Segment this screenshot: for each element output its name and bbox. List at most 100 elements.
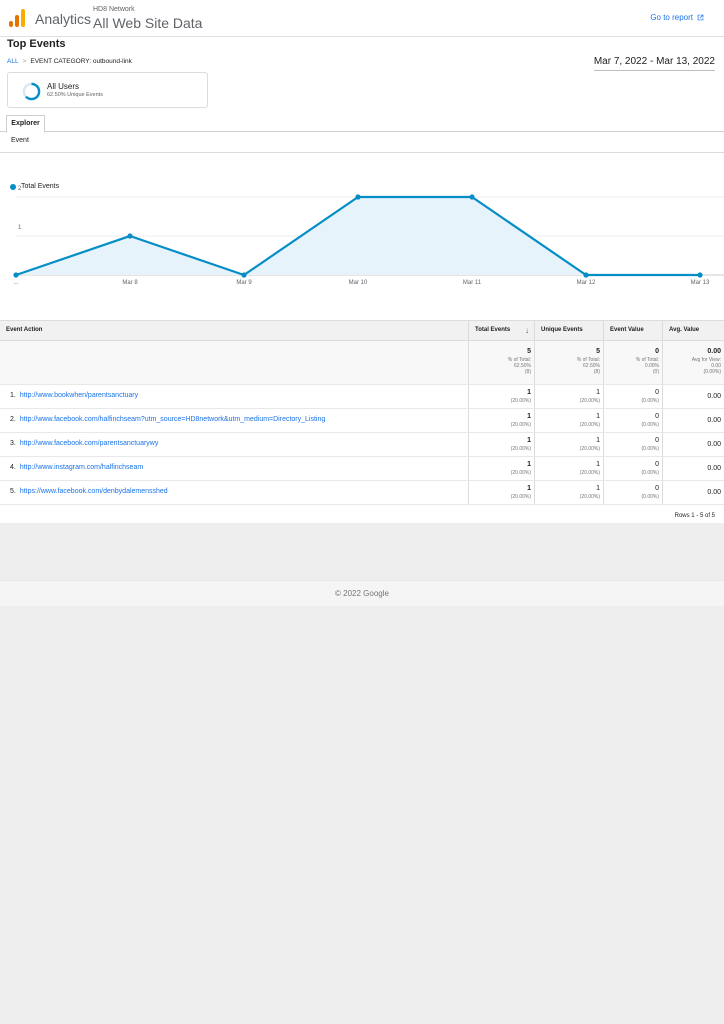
breadcrumb-current: EVENT CATEGORY: outbound-link [30, 58, 132, 65]
property-name[interactable]: All Web Site Data [93, 15, 202, 31]
metric-value: 1 [527, 461, 531, 468]
event-action-link[interactable]: http://www.instagram.com/halfinchseam [20, 464, 143, 471]
metric-cell: 0.00 [662, 481, 724, 504]
metric-value: 0.00 [707, 417, 721, 424]
x-tick-label: Mar 13 [691, 280, 710, 286]
event-action-link[interactable]: http://www.facebook.com/halfinchseam?utm… [20, 416, 325, 423]
table-header: Event Action Total Events ↓ Unique Events Ev… [0, 320, 724, 341]
metric-cell: 0 (0.00%) [603, 481, 662, 504]
metric-cell: 0.00 [662, 433, 724, 456]
total-subtext: (8) [524, 369, 531, 375]
event-action: 2. http://www.facebook.com/halfinchseam?u… [10, 416, 325, 423]
tab-explorer[interactable]: Explorer [6, 115, 45, 133]
totals-cell: 0% of Total: 0.00% (0) [603, 341, 662, 384]
metric-cell: 0 (0.00%) [603, 385, 662, 408]
metric-value: 0 [655, 437, 659, 444]
go-to-report-link[interactable]: Go to report [650, 13, 704, 22]
metric-percent: (20.00%) [510, 470, 531, 476]
action-cell: 2. http://www.facebook.com/halfinchseam?u… [0, 409, 468, 432]
event-action: 5. https://www.facebook.com/denbydalemens… [10, 488, 168, 495]
metric-cell: 1 (20.00%) [468, 433, 534, 456]
action-cell: 4. http://www.instagram.com/halfinchseam [0, 457, 468, 480]
data-point [469, 194, 475, 200]
metric-value: 0 [655, 413, 659, 420]
total-subtext: (8) [593, 369, 600, 375]
header-cell[interactable]: Avg. Value [662, 321, 724, 340]
x-tick-label: Mar 12 [577, 280, 596, 286]
segment-card[interactable]: All Users 62.50% Unique Events [7, 72, 208, 108]
metric-value: 0.00 [707, 489, 721, 496]
metric-percent: (20.00%) [579, 446, 600, 452]
header-cell[interactable]: Total Events ↓ [468, 321, 534, 340]
breadcrumb: ALL > EVENT CATEGORY: outbound-link [7, 58, 132, 65]
metric-percent: (0.00%) [641, 446, 659, 452]
metric-value: 1 [596, 485, 600, 492]
data-point [697, 272, 703, 278]
row-index: 1. [10, 392, 16, 399]
go-to-report-label: Go to report [650, 13, 693, 22]
x-tick-label: Mar 11 [463, 280, 482, 286]
totals-cell: 0.00 Avg for View: 0.00 (0.00%) [662, 341, 724, 384]
total-value: 0 [655, 348, 659, 355]
subtab-event[interactable]: Event [11, 137, 29, 144]
y-tick-label: 1 [18, 225, 22, 231]
metric-value: 1 [527, 485, 531, 492]
segment-name: All Users [47, 82, 80, 91]
event-action: 1. http://www.bookwhen/parentsanctuary [10, 392, 138, 399]
event-action-link[interactable]: http://www.bookwhen/parentsanctuary [20, 392, 138, 399]
metric-value: 1 [527, 389, 531, 396]
total-value: 5 [527, 348, 531, 355]
account-name: HD8 Network [93, 6, 135, 13]
tab-bar: Explorer [0, 113, 724, 133]
row-index: 2. [10, 416, 16, 423]
metric-cell: 0 (0.00%) [603, 409, 662, 432]
metric-value: 1 [527, 413, 531, 420]
metric-percent: (20.00%) [579, 494, 600, 500]
metric-cell: 0 (0.00%) [603, 457, 662, 480]
rows-count: Rows 1 - 5 of 5 [674, 513, 715, 519]
metric-cell: 1 (20.00%) [468, 385, 534, 408]
metric-percent: (0.00%) [641, 398, 659, 404]
column-header: Event Action [6, 327, 43, 333]
metric-value: 1 [596, 461, 600, 468]
metric-value: 1 [527, 437, 531, 444]
metric-cell: 1 (20.00%) [534, 409, 603, 432]
date-range-picker[interactable]: Mar 7, 2022 - Mar 13, 2022 [593, 56, 715, 71]
x-tick-label: Mar 8 [122, 280, 138, 286]
event-action: 3. http://www.facebook.com/parentsanctuar… [10, 440, 158, 447]
metric-percent: (20.00%) [510, 494, 531, 500]
metric-percent: (0.00%) [641, 422, 659, 428]
segment-ring-icon [22, 82, 41, 101]
action-cell: 5. https://www.facebook.com/denbydalemens… [0, 481, 468, 504]
event-action-link[interactable]: http://www.facebook.com/parentsanctuaryw… [20, 440, 159, 447]
data-point [13, 272, 19, 278]
action-cell: 3. http://www.facebook.com/parentsanctuar… [0, 433, 468, 456]
event-action-link[interactable]: https://www.facebook.com/denbydalemenssh… [20, 488, 168, 495]
header-cell[interactable]: Unique Events [534, 321, 603, 340]
metric-value: 0.00 [707, 393, 721, 400]
segment-subtitle: 62.50% Unique Events [47, 92, 103, 98]
metric-value: 0 [655, 485, 659, 492]
action-cell: 1. http://www.bookwhen/parentsanctuary [0, 385, 468, 408]
column-header: Event Value [610, 327, 644, 333]
metric-percent: (20.00%) [579, 470, 600, 476]
page-title: Top Events [7, 38, 66, 50]
sort-down-icon[interactable]: ↓ [525, 326, 529, 335]
total-value: 5 [596, 348, 600, 355]
metric-percent: (20.00%) [579, 422, 600, 428]
breadcrumb-all[interactable]: ALL [7, 58, 19, 65]
metric-cell: 1 (20.00%) [534, 433, 603, 456]
header-cell[interactable]: Event Value [603, 321, 662, 340]
metric-value: 0.00 [707, 441, 721, 448]
metric-percent: (0.00%) [641, 494, 659, 500]
metric-cell: 1 (20.00%) [468, 457, 534, 480]
metric-cell: 1 (20.00%) [468, 409, 534, 432]
metric-value: 1 [596, 437, 600, 444]
data-point [127, 233, 133, 239]
metric-percent: (20.00%) [510, 398, 531, 404]
line-chart: 1 2... Mar 8 Mar 9 Mar 10 Mar 11 Mar 12 Mar 13 [13, 186, 724, 286]
table-row: 5. https://www.facebook.com/denbydalemens… [0, 481, 724, 505]
data-point [241, 272, 247, 278]
totals-label-cell [0, 341, 468, 384]
metric-cell: 1 (20.00%) [468, 481, 534, 504]
